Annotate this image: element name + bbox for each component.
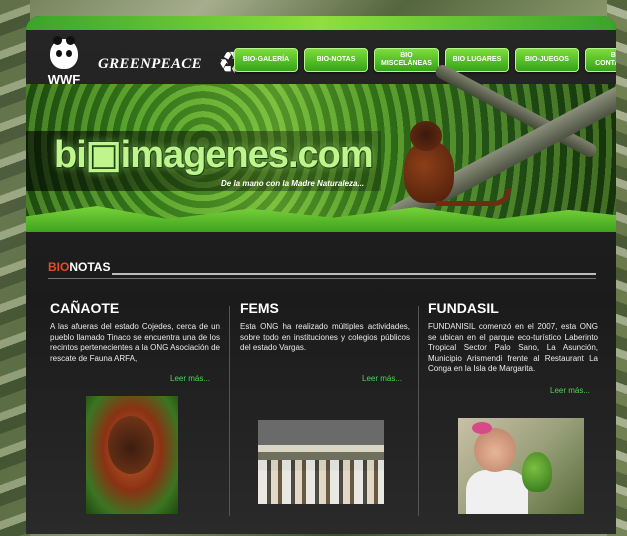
- article-body: A las afueras del estado Cojedes, cerca …: [50, 322, 220, 363]
- page-panel: WWF GREENPEACE ♻ BIO-GALERÍA BIO-NOTAS B…: [26, 16, 616, 534]
- section-title-prefix: BIO: [48, 260, 70, 274]
- read-more-link[interactable]: Leer más...: [550, 386, 590, 395]
- column-divider: [229, 306, 230, 516]
- read-more-link[interactable]: Leer más...: [170, 374, 210, 383]
- section-title: BIONOTAS: [48, 260, 110, 274]
- site-logo[interactable]: bi▣imagenes.com: [54, 132, 374, 177]
- nav-bio-notas[interactable]: BIO-NOTAS: [304, 48, 368, 72]
- column-divider: [418, 306, 419, 516]
- monkey-head: [410, 121, 442, 151]
- article-title: FEMS: [240, 300, 279, 316]
- hair-flower: [472, 422, 492, 434]
- girl-shirt: [466, 470, 528, 514]
- article-canaote: CAÑAOTE A las afueras del estado Cojedes…: [50, 300, 220, 364]
- monkey-tail: [436, 189, 511, 206]
- section-title-suffix: NOTAS: [69, 260, 111, 274]
- nav-bio-lugares[interactable]: BIO LUGARES: [444, 48, 509, 72]
- girl-face: [474, 428, 516, 472]
- nav-bio-juegos[interactable]: BIO-JUEGOS: [514, 48, 579, 72]
- article-fems: FEMS Esta ONG ha realizado múltiples act…: [240, 300, 410, 354]
- nav-bio-galeria[interactable]: BIO-GALERÍA: [234, 48, 298, 72]
- article-fundasil: FUNDASIL FUNDANISIL comenzó en el 2007, …: [428, 300, 598, 375]
- children-group: [258, 460, 384, 504]
- article-body: FUNDANISIL comenzó en el 2007, esta ONG …: [428, 322, 598, 373]
- classroom-photo[interactable]: [258, 420, 384, 504]
- article-title: CAÑAOTE: [50, 300, 120, 316]
- parrot-icon: [522, 452, 552, 492]
- site-tagline: De la mano con la Madre Naturaleza...: [221, 179, 365, 188]
- monkey-face: [108, 416, 154, 474]
- wwf-logo[interactable]: WWF: [46, 36, 82, 89]
- read-more-link[interactable]: Leer más...: [362, 374, 402, 383]
- greenpeace-logo[interactable]: GREENPEACE: [98, 56, 202, 73]
- monkey-photo[interactable]: [86, 396, 178, 514]
- nav-bio-contactos[interactable]: BIO CONTACTOS: [584, 48, 616, 72]
- section-rule: [112, 273, 596, 275]
- top-stripe: [26, 16, 616, 30]
- nav-bio-miscelaneas[interactable]: BIO MISCELÁNEAS: [374, 48, 439, 72]
- main-nav: BIO-GALERÍA BIO-NOTAS BIO MISCELÁNEAS BI…: [234, 48, 616, 72]
- girl-parrot-photo[interactable]: [458, 418, 584, 514]
- section-rule-thin: [48, 278, 596, 279]
- howler-monkey-image: [396, 119, 511, 219]
- panda-icon: [50, 36, 78, 69]
- article-title: FUNDASIL: [428, 300, 499, 316]
- article-body: Esta ONG ha realizado múltiples activida…: [240, 322, 410, 352]
- header-banner: bi▣imagenes.com De la mano con la Madre …: [26, 62, 616, 232]
